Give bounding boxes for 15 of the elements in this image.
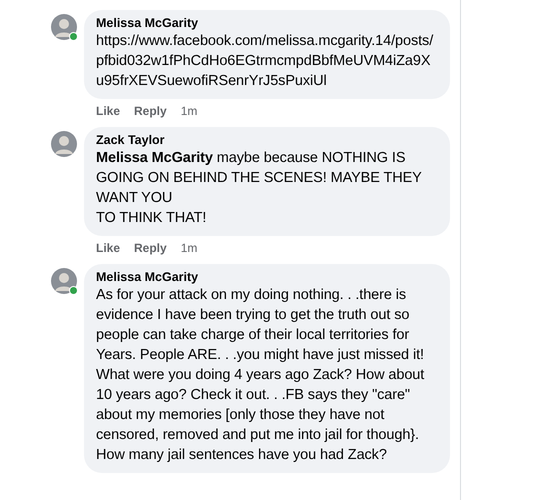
avatar[interactable] bbox=[51, 131, 77, 157]
author-name[interactable]: Melissa McGarity bbox=[96, 16, 438, 30]
comment-text: Melissa McGarity maybe because NOTHING IS GOING ON BEHIND THE SCENES! MAYBE THEY WANT YOU TO THINK THAT! bbox=[96, 149, 422, 228]
author-name[interactable]: Melissa McGarity bbox=[96, 270, 438, 284]
comment-text: As for your attack on my doing nothing. . .there is evidence I have been trying to get the truth out so people can take charge of their local territories for Years. People ARE. . .you might have just missed it! What were you doing 4 years ago Zack? How about 10 years ago? Check it out. . .FB says they "care" about my memories [only those they have not censored, removed and put me into jail for though}. How many jail sentences have you had Zack? bbox=[96, 286, 426, 465]
timestamp[interactable]: 1m bbox=[180, 104, 198, 118]
avatar[interactable] bbox=[51, 14, 77, 40]
author-name[interactable]: Zack Taylor bbox=[96, 133, 438, 147]
action-link[interactable]: Reply bbox=[134, 104, 167, 118]
timestamp[interactable]: 1m bbox=[180, 241, 198, 255]
avatar[interactable] bbox=[51, 268, 77, 294]
comment-link[interactable]: https://www.facebook.com/melissa.mcgarity.14/posts/pfbid032w1fPhCdHo6EGtrmcmpdBbfMeUVM4iZa9Xu95frXEVSuewofiRSenrYrJ5sPuxiUl bbox=[96, 31, 438, 91]
action-link[interactable]: Like bbox=[96, 104, 120, 118]
action-link[interactable]: Reply bbox=[134, 241, 167, 255]
action-link[interactable]: Like bbox=[96, 241, 120, 255]
